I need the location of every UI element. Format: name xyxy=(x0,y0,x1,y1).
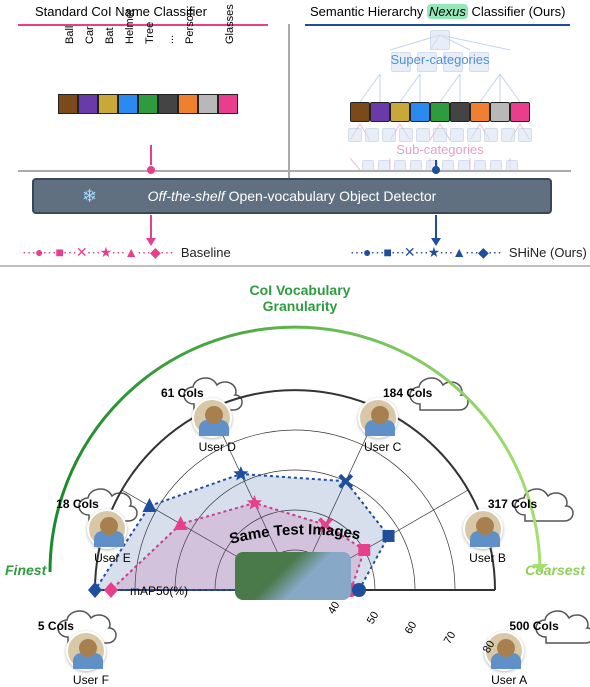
hier-class-box xyxy=(430,102,450,122)
blue-stem-2 xyxy=(435,215,437,239)
hier-class-box xyxy=(490,102,510,122)
radial-tick: 70 xyxy=(442,629,459,646)
sub-label: Sub-categories xyxy=(310,142,570,157)
test-image-thumbnail xyxy=(235,552,351,600)
class-label xyxy=(202,24,214,44)
class-label: Glasses xyxy=(222,24,234,44)
user-avatar xyxy=(192,398,232,438)
legend-ours: ⋯●⋯■⋯✕⋯★⋯▲⋯◆⋯ SHiNe (Ours) xyxy=(350,244,587,261)
user-label: User B xyxy=(458,551,518,565)
user-label: User C xyxy=(353,440,413,454)
coi-cloud: 184 CoIs xyxy=(374,376,442,390)
hier-class-box xyxy=(450,102,470,122)
user-avatar xyxy=(87,509,127,549)
standard-title: Standard CoI Name Classifier xyxy=(35,4,207,19)
detector-bar: ❄ Off-the-shelf Open-vocabulary Object D… xyxy=(32,178,552,214)
hierarchy-diagram: Super-categories Sub-categories xyxy=(310,30,570,160)
user-label: User F xyxy=(61,673,121,687)
hier-class-box xyxy=(390,102,410,122)
map50-axis-label: mAP50(%) xyxy=(130,584,188,598)
frozen-icon: ❄ xyxy=(82,186,97,207)
hier-class-box xyxy=(350,102,370,122)
pink-stem-2 xyxy=(150,215,152,239)
blue-underline xyxy=(305,24,570,26)
top-diagram: Standard CoI Name Classifier Semantic Hi… xyxy=(0,0,590,265)
user-avatar xyxy=(358,398,398,438)
super-label: Super-categories xyxy=(310,52,570,67)
hier-class-box xyxy=(410,102,430,122)
class-box xyxy=(178,94,198,114)
svg-text:Same Test Images: Same Test Images xyxy=(227,519,362,548)
blue-junction-dot xyxy=(432,166,440,174)
coi-cloud: 5 CoIs xyxy=(22,609,90,623)
class-label: Car xyxy=(82,24,94,44)
hier-class-box xyxy=(470,102,490,122)
coi-cloud: 61 CoIs xyxy=(148,376,216,390)
class-label: Bat xyxy=(102,24,114,44)
pink-junction-dot xyxy=(147,166,155,174)
class-label: Ball xyxy=(62,24,74,44)
radial-tick: 60 xyxy=(403,619,420,636)
hier-class-box xyxy=(370,102,390,122)
class-box xyxy=(218,94,238,114)
radar-chart-area: CoI Vocabulary Granularity Finest Coarse… xyxy=(0,272,590,608)
user-label: User A xyxy=(479,673,539,687)
class-box xyxy=(118,94,138,114)
horizontal-divider xyxy=(18,170,571,172)
user-avatar xyxy=(66,631,106,671)
class-box xyxy=(158,94,178,114)
class-box xyxy=(198,94,218,114)
coi-cloud: 18 CoIs xyxy=(43,487,111,501)
pink-stem-1 xyxy=(150,145,152,165)
class-box xyxy=(58,94,78,114)
section-divider xyxy=(0,265,590,267)
vertical-divider xyxy=(288,24,290,194)
standard-class-column: BallCarBatHelmetTree...PersonGlasses xyxy=(58,60,258,114)
coi-cloud: 500 CoIs xyxy=(500,609,568,623)
class-box xyxy=(78,94,98,114)
class-label: Tree xyxy=(142,24,154,44)
user-label: User E xyxy=(82,551,142,565)
hier-class-box xyxy=(510,102,530,122)
coi-cloud: 317 CoIs xyxy=(479,487,547,501)
ours-title: Semantic Hierarchy Nexus Classifier (Our… xyxy=(310,4,565,19)
class-box xyxy=(138,94,158,114)
class-label: Helmet xyxy=(122,24,134,44)
user-label: User D xyxy=(187,440,247,454)
legend-baseline: ⋯●⋯■⋯✕⋯★⋯▲⋯◆⋯ Baseline xyxy=(22,244,231,261)
class-label: Person xyxy=(182,24,194,44)
class-label: ... xyxy=(162,24,174,44)
user-avatar xyxy=(463,509,503,549)
class-box xyxy=(98,94,118,114)
